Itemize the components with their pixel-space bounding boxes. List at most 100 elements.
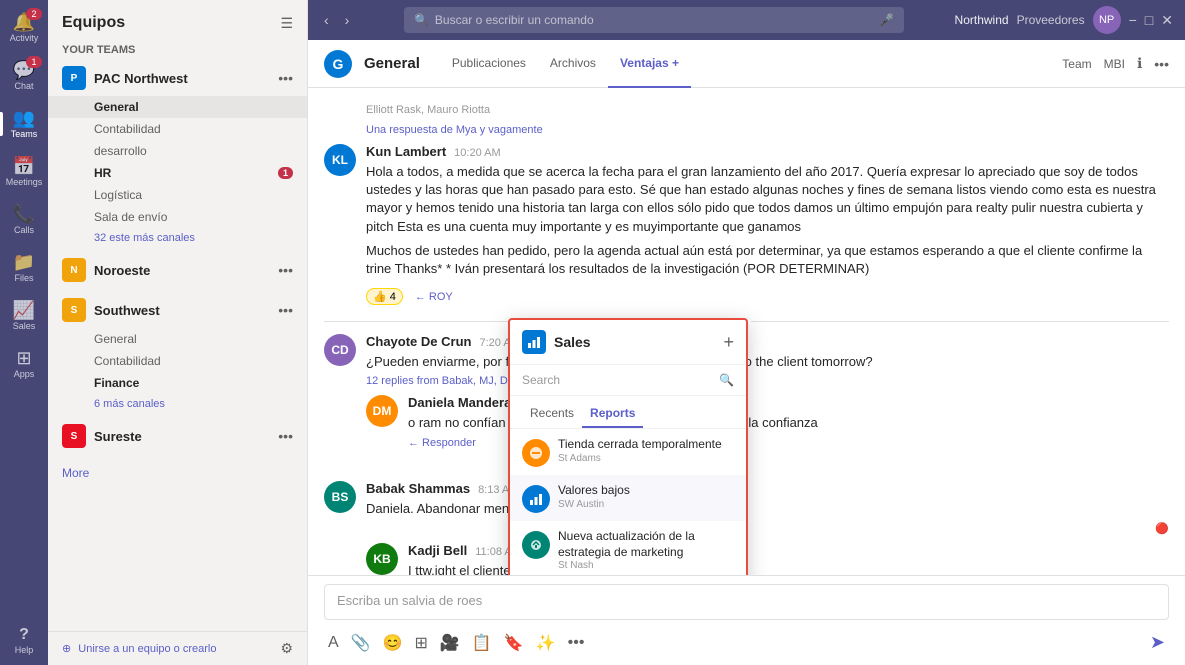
- close-button[interactable]: ✕: [1161, 12, 1173, 29]
- channel-general-pac[interactable]: General: [48, 96, 307, 118]
- channel-desarrollo-pac[interactable]: desarrollo: [48, 140, 307, 162]
- channel-logo: G: [324, 50, 352, 78]
- channel-hr-pac[interactable]: HR 1: [48, 162, 307, 184]
- kun-time: 10:20 AM: [454, 147, 500, 159]
- popup-add-button[interactable]: +: [723, 332, 734, 353]
- roy-reply[interactable]: ← ROY: [415, 291, 453, 303]
- chayote-text: ¿Pueden enviarme, por favor? the options…: [366, 353, 1169, 371]
- thumbsup-reaction[interactable]: 👍 4: [366, 288, 403, 305]
- popup-tab-recents[interactable]: Recents: [522, 400, 582, 428]
- pac-northwest-name: PAC Northwest: [94, 71, 278, 86]
- sales-nav-item[interactable]: 📈 Sales: [0, 292, 48, 340]
- send-button[interactable]: ➤: [1146, 628, 1169, 657]
- sales-search-input[interactable]: [522, 373, 713, 387]
- channel-general-sw[interactable]: General: [48, 328, 307, 350]
- minimize-button[interactable]: −: [1129, 12, 1137, 28]
- search-box[interactable]: 🔍 🎤: [404, 7, 904, 33]
- reply-indicator[interactable]: Una respuesta de Mya y vagamente: [324, 124, 1169, 136]
- channel-finance-sw[interactable]: Finance: [48, 372, 307, 394]
- kun-content: Kun Lambert 10:20 AM Hola a todos, a med…: [366, 144, 1169, 305]
- popup-item-valores[interactable]: Valores bajos SW Austin: [510, 475, 746, 521]
- files-nav-item[interactable]: 📁 Files: [0, 244, 48, 292]
- emoji-button[interactable]: 😊: [379, 629, 407, 657]
- schedule-button[interactable]: 📋: [468, 629, 496, 657]
- chat-nav-item[interactable]: 💬 Chat 1: [0, 52, 48, 100]
- attach-button[interactable]: 📎: [347, 629, 375, 657]
- meetings-nav-item[interactable]: 📅 Meetings: [0, 148, 48, 196]
- teams-sidebar-title: Equipos: [62, 14, 125, 32]
- mic-icon: 🎤: [879, 13, 894, 27]
- files-label: Files: [14, 273, 33, 283]
- activity-nav-item[interactable]: 🔔 Activity 2: [0, 4, 48, 52]
- sales-popup-header: Sales +: [510, 320, 746, 365]
- channel-contabilidad-sw[interactable]: Contabilidad: [48, 350, 307, 372]
- southwest-more-icon[interactable]: •••: [278, 302, 293, 318]
- video-button[interactable]: 🎥: [436, 629, 464, 657]
- back-button[interactable]: ‹: [320, 8, 333, 32]
- channel-name: General: [364, 55, 420, 72]
- forward-button[interactable]: ›: [341, 8, 354, 32]
- pac-more-channels[interactable]: 32 este más canales: [48, 228, 307, 248]
- join-team-icon: ⊕: [62, 643, 71, 655]
- more-section[interactable]: More: [48, 458, 307, 488]
- popup-item-nueva-act[interactable]: Nueva actualización de la estrategia de …: [510, 521, 746, 575]
- tab-publicaciones[interactable]: Publicaciones: [440, 40, 538, 88]
- format-text-button[interactable]: A: [324, 630, 343, 656]
- popup-item-tienda[interactable]: Tienda cerrada temporalmente St Adams: [510, 429, 746, 475]
- team-item-pac-northwest[interactable]: P PAC Northwest •••: [48, 60, 307, 96]
- kun-text2: Muchos de ustedes han pedido, pero la ag…: [366, 242, 1169, 278]
- help-icon: ?: [19, 627, 29, 643]
- apps-label: Apps: [14, 369, 35, 379]
- more-options-icon[interactable]: •••: [1154, 56, 1169, 72]
- user-avatar[interactable]: NP: [1093, 6, 1121, 34]
- popup-tab-reports[interactable]: Reports: [582, 400, 643, 428]
- compose-input[interactable]: Escriba un salvia de roes: [324, 584, 1169, 620]
- noroeste-more-icon[interactable]: •••: [278, 262, 293, 278]
- settings-icon[interactable]: ⚙: [280, 640, 293, 657]
- search-input[interactable]: [435, 13, 873, 27]
- team-group-noroeste: N Noroeste •••: [48, 252, 307, 288]
- more-compose-button[interactable]: •••: [564, 630, 589, 656]
- teams-header: Equipos ☰: [48, 0, 307, 40]
- nueva-act-icon: [522, 531, 550, 559]
- tienda-text: Tienda cerrada temporalmente St Adams: [558, 437, 734, 464]
- tab-archivos[interactable]: Archivos: [538, 40, 608, 88]
- sureste-avatar: S: [62, 424, 86, 448]
- tienda-name: Tienda cerrada temporalmente: [558, 437, 734, 453]
- teams-nav-item[interactable]: 👥 Teams: [0, 100, 48, 148]
- nueva-act-sub: St Nash: [558, 560, 734, 571]
- compose-placeholder: Escriba un salvia de roes: [337, 593, 482, 608]
- calls-icon: 📞: [13, 205, 35, 223]
- sparkle-button[interactable]: ✨: [532, 629, 560, 657]
- sureste-more-icon[interactable]: •••: [278, 428, 293, 444]
- calls-nav-item[interactable]: 📞 Calls: [0, 196, 48, 244]
- join-team-link[interactable]: ⊕ Unirse a un equipo o crearlo: [62, 642, 272, 655]
- apps-nav-item[interactable]: ⊞ Apps: [0, 340, 48, 388]
- tienda-icon: [522, 439, 550, 467]
- help-nav-item[interactable]: ? Help: [0, 617, 48, 665]
- channel-contabilidad-pac[interactable]: Contabilidad: [48, 118, 307, 140]
- channel-logistica-pac[interactable]: Logística: [48, 184, 307, 206]
- nueva-act-name: Nueva actualización de la estrategia de …: [558, 529, 734, 560]
- message-subgroup-kadji: KB Kadji Bell 11:08 AM I ttw.jght el cli…: [366, 543, 1169, 575]
- bookmark-button[interactable]: 🔖: [500, 629, 528, 657]
- tab-ventajas[interactable]: Ventajas +: [608, 40, 691, 88]
- pac-northwest-more-icon[interactable]: •••: [278, 70, 293, 86]
- compose-toolbar: A 📎 😊 ⊞ 🎥 📋 🔖 ✨ ••• ➤: [324, 628, 1169, 657]
- info-icon[interactable]: ℹ: [1137, 55, 1142, 72]
- channel-area: G General Publicaciones Archivos Ventaja…: [308, 40, 1185, 665]
- channel-sala-pac[interactable]: Sala de envío: [48, 206, 307, 228]
- message-group-kun: KL Kun Lambert 10:20 AM Hola a todos, a …: [324, 144, 1169, 305]
- team-item-southwest[interactable]: S Southwest •••: [48, 292, 307, 328]
- top-right-area: Northwind Proveedores NP − □ ✕: [955, 6, 1173, 34]
- team-item-noroeste[interactable]: N Noroeste •••: [48, 252, 307, 288]
- sureste-name: Sureste: [94, 429, 278, 444]
- team-item-sureste[interactable]: S Sureste •••: [48, 418, 307, 454]
- your-teams-label: Your teams: [48, 40, 307, 60]
- filter-icon[interactable]: ☰: [280, 15, 293, 32]
- sw-more-channels[interactable]: 6 más canales: [48, 394, 307, 414]
- channel-hr-label: HR: [94, 166, 111, 180]
- apps-button[interactable]: ⊞: [411, 629, 432, 657]
- maximize-button[interactable]: □: [1145, 12, 1153, 28]
- replies-summary[interactable]: 12 replies from Babak, MJ, Davi...: [366, 375, 1169, 387]
